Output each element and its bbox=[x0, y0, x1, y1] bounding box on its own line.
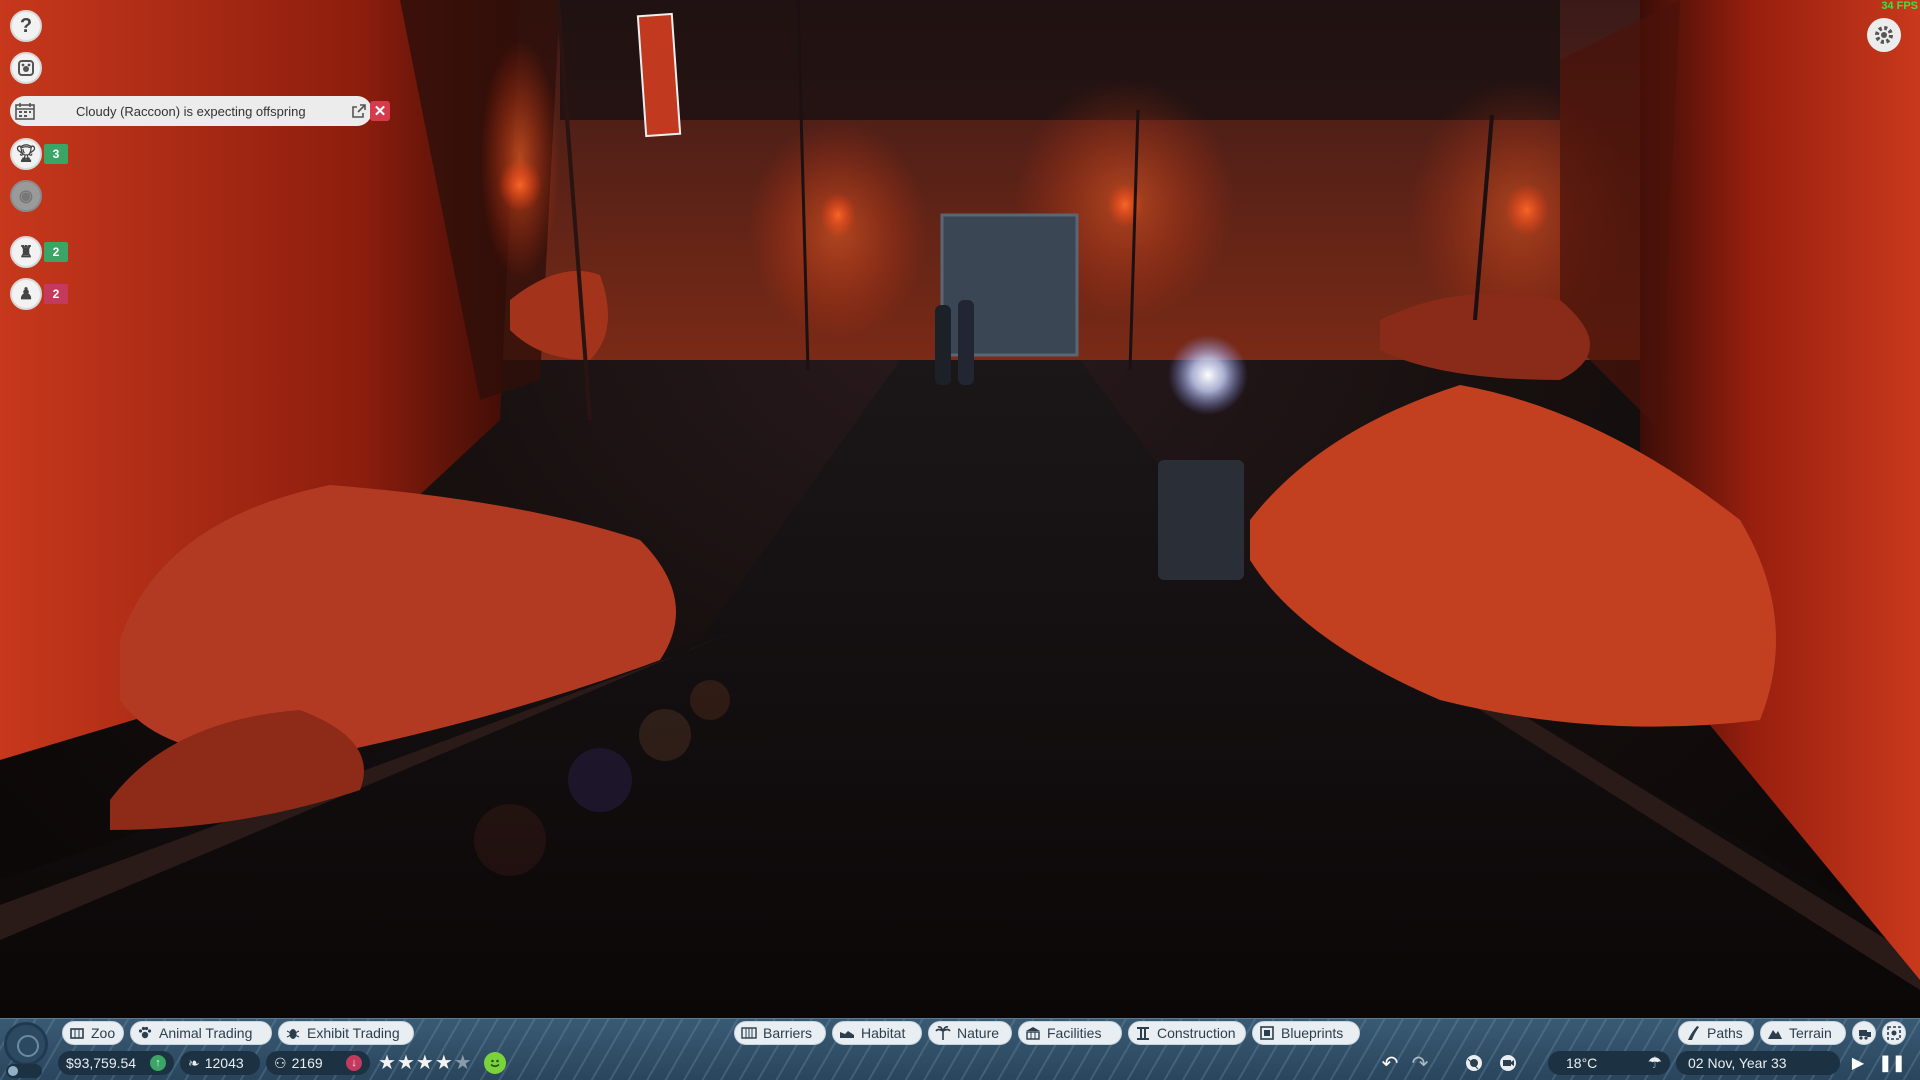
leaf-icon: ❧ bbox=[188, 1054, 200, 1071]
habitat-button[interactable]: Habitat bbox=[832, 1021, 922, 1045]
paths-button[interactable]: Paths bbox=[1678, 1021, 1754, 1045]
video-mode-button[interactable] bbox=[1496, 1052, 1520, 1074]
trophy-count-badge: 3 bbox=[44, 144, 68, 164]
undo-button[interactable]: ↶ bbox=[1378, 1052, 1402, 1075]
guest-happiness-icon[interactable] bbox=[484, 1052, 506, 1074]
camera-mode-button[interactable] bbox=[1882, 1021, 1906, 1045]
guest-count-value: 2169 bbox=[291, 1055, 323, 1071]
blueprint-icon bbox=[1259, 1025, 1275, 1041]
path-icon bbox=[1685, 1025, 1701, 1041]
staff-icon: ♜ bbox=[18, 244, 34, 261]
blueprints-button[interactable]: Blueprints bbox=[1252, 1021, 1360, 1045]
settings-button[interactable] bbox=[1867, 18, 1901, 52]
arrow-down-icon: ↓ bbox=[346, 1055, 362, 1071]
barriers-button[interactable]: Barriers bbox=[734, 1021, 826, 1045]
pause-icon: ❚❚ bbox=[1878, 1055, 1906, 1072]
mountain-icon bbox=[1767, 1025, 1783, 1041]
rain-cloud-icon: ☂︎ bbox=[1647, 1055, 1662, 1072]
gear-icon bbox=[1875, 26, 1893, 44]
zoo-button[interactable]: Zoo bbox=[62, 1021, 124, 1045]
guest-count-display[interactable]: ⚇ 2169 ↓ bbox=[266, 1051, 370, 1075]
fps-counter: 34 FPS bbox=[1881, 0, 1918, 12]
star-filled-icon: ★ bbox=[415, 1052, 434, 1074]
nature-button[interactable]: Nature bbox=[928, 1021, 1012, 1045]
paw-icon bbox=[137, 1025, 153, 1041]
palm-tree-icon bbox=[935, 1025, 951, 1041]
date-value: 02 Nov, Year 33 bbox=[1688, 1055, 1787, 1071]
scene-illustration bbox=[0, 0, 1920, 1018]
money-value: $93,759.54 bbox=[66, 1055, 137, 1071]
camera-icon bbox=[1886, 1025, 1902, 1041]
fence-icon bbox=[741, 1025, 757, 1041]
question-icon: ? bbox=[19, 14, 33, 37]
external-link-icon[interactable] bbox=[346, 98, 372, 124]
animal-trading-button[interactable]: Animal Trading bbox=[130, 1021, 272, 1045]
guests-icon: ⚇ bbox=[274, 1054, 287, 1071]
temperature-value: 18°C bbox=[1566, 1055, 1598, 1071]
date-display[interactable]: 02 Nov, Year 33 bbox=[1676, 1051, 1840, 1075]
help-button[interactable]: ? bbox=[10, 10, 42, 42]
notification-offspring[interactable]: Cloudy (Raccoon) is expecting offspring … bbox=[10, 96, 390, 126]
play-speed-button[interactable]: ▶ bbox=[1846, 1052, 1870, 1074]
bulldozer-icon bbox=[1856, 1025, 1872, 1041]
photo-mode-button[interactable] bbox=[1462, 1052, 1486, 1074]
trophy-icon: 🏆︎ bbox=[15, 144, 37, 163]
star-filled-icon: ★ bbox=[396, 1052, 415, 1074]
building-icon bbox=[1025, 1025, 1041, 1041]
notification-close-button[interactable]: ✕ bbox=[370, 101, 390, 121]
main-menu-button[interactable] bbox=[4, 1022, 48, 1066]
view-toggle-button[interactable]: ◉ bbox=[10, 180, 42, 212]
conservation-credits-display[interactable]: ❧ 12043 bbox=[180, 1051, 260, 1075]
bulldoze-button[interactable] bbox=[1852, 1021, 1876, 1045]
toolbar-toggle[interactable] bbox=[6, 1064, 42, 1078]
zoo-star-rating[interactable]: ★ ★ ★ ★ ★ bbox=[378, 1052, 473, 1074]
bug-icon bbox=[285, 1025, 301, 1041]
star-filled-icon: ★ bbox=[434, 1052, 453, 1074]
exhibit-trading-button[interactable]: Exhibit Trading bbox=[278, 1021, 414, 1045]
aperture-icon bbox=[1466, 1055, 1482, 1071]
terrain-button[interactable]: Terrain bbox=[1760, 1021, 1846, 1045]
habitat-icon bbox=[839, 1025, 855, 1041]
pillar-icon bbox=[1135, 1025, 1151, 1041]
conservation-credits-value: 12043 bbox=[204, 1055, 244, 1071]
guest-count-badge: 2 bbox=[44, 284, 68, 304]
facilities-button[interactable]: Facilities bbox=[1018, 1021, 1122, 1045]
money-display[interactable]: $93,759.54 ↑ bbox=[58, 1051, 174, 1075]
person-icon: ♟ bbox=[18, 286, 34, 303]
film-camera-icon bbox=[1500, 1055, 1516, 1071]
zoo-icon bbox=[69, 1025, 85, 1041]
pause-button[interactable]: ❚❚ bbox=[1878, 1052, 1906, 1074]
play-icon: ▶ bbox=[1851, 1055, 1865, 1072]
notification-text: Cloudy (Raccoon) is expecting offspring bbox=[76, 103, 306, 119]
game-viewport[interactable] bbox=[0, 0, 1920, 1018]
staff-count-badge: 2 bbox=[44, 242, 68, 262]
construction-button[interactable]: Construction bbox=[1128, 1021, 1246, 1045]
star-empty-icon: ★ bbox=[453, 1052, 472, 1074]
zoo-animals-button[interactable] bbox=[10, 52, 42, 84]
guests-button[interactable]: ♟ bbox=[10, 278, 42, 310]
weather-display[interactable]: 18°C ☂︎ bbox=[1548, 1051, 1670, 1075]
arrow-up-icon: ↑ bbox=[150, 1055, 166, 1071]
star-filled-icon: ★ bbox=[378, 1052, 396, 1074]
redo-button[interactable]: ↷ bbox=[1408, 1052, 1432, 1075]
close-icon: ✕ bbox=[373, 103, 387, 120]
redo-icon: ↷ bbox=[1411, 1052, 1429, 1075]
calendar-icon bbox=[10, 96, 40, 126]
staff-button[interactable]: ♜ bbox=[10, 236, 42, 268]
objectives-button[interactable]: 🏆︎ bbox=[10, 138, 42, 170]
undo-icon: ↶ bbox=[1381, 1052, 1399, 1075]
paw-badge-icon bbox=[18, 60, 34, 76]
eye-icon: ◉ bbox=[19, 188, 33, 205]
